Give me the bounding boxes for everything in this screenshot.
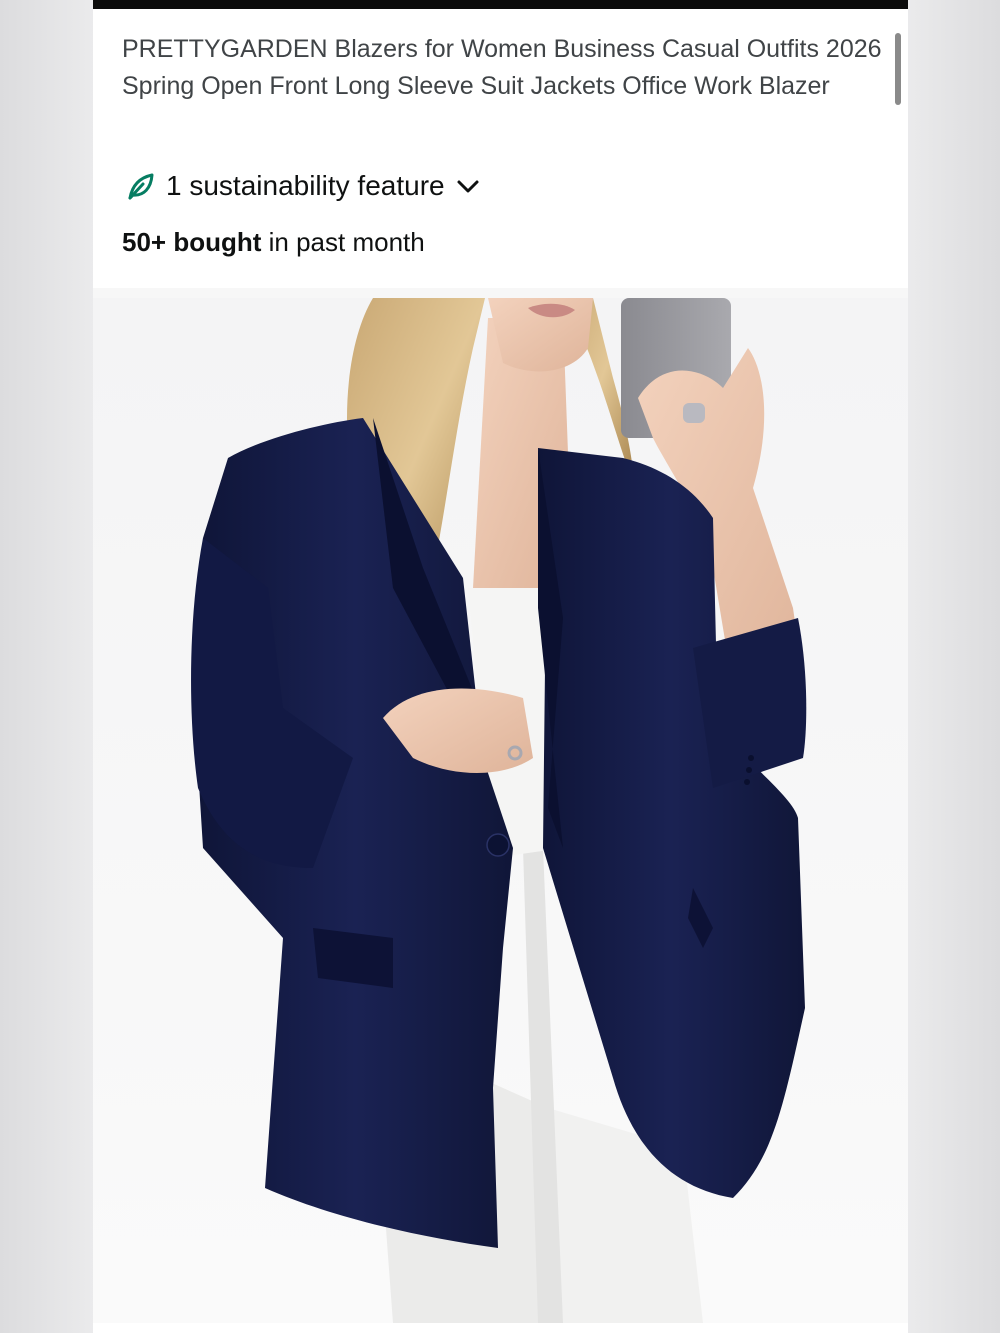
purchase-count: 50+ bought [122,227,262,257]
status-bar [93,0,908,9]
product-detail-screen: PRETTYGARDEN Blazers for Women Business … [93,0,908,1333]
chevron-down-icon [455,173,481,199]
purchase-period: in past month [261,227,425,257]
sustainability-label: 1 sustainability feature [166,170,445,201]
scrollbar[interactable] [895,33,901,105]
purchase-stat: 50+ bought in past month [122,227,425,258]
product-image[interactable] [93,288,908,1333]
sustainability-features-toggle[interactable]: 1 sustainability feature [126,166,481,206]
leaf-icon [126,171,156,201]
product-title: PRETTYGARDEN Blazers for Women Business … [122,35,882,100]
product-photo [93,298,908,1333]
